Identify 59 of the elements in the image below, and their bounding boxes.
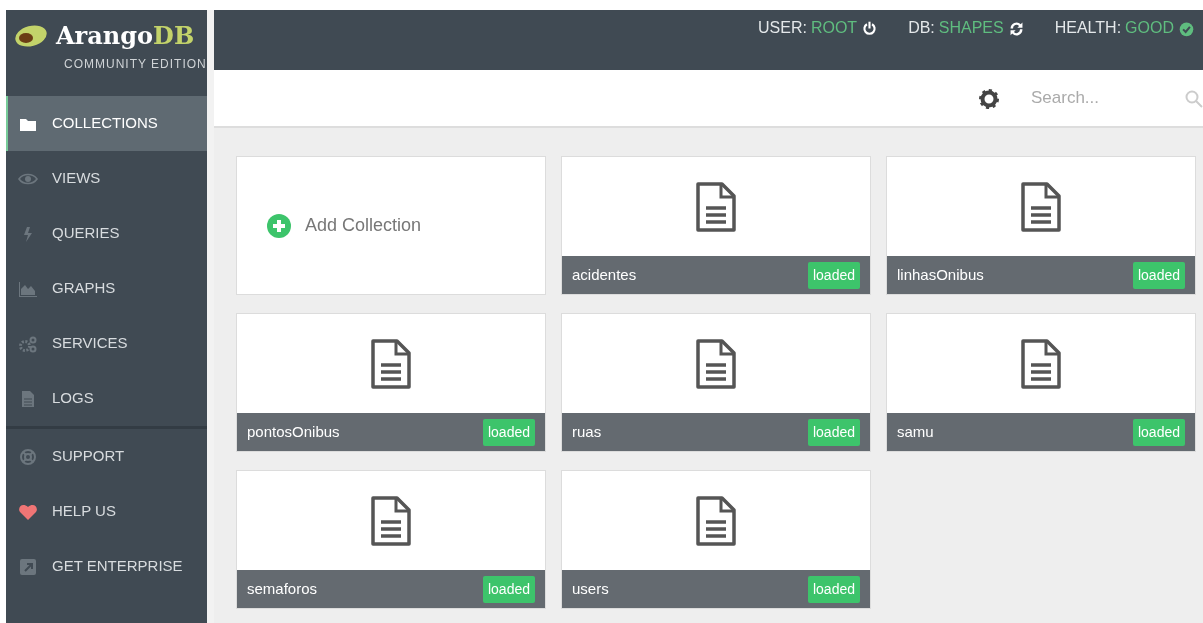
- search-field[interactable]: Search...: [1029, 84, 1169, 112]
- collection-card[interactable]: acidentes loaded: [561, 156, 871, 295]
- collection-card[interactable]: users loaded: [561, 470, 871, 609]
- collection-card[interactable]: samu loaded: [886, 313, 1196, 452]
- logo-wordmark: ArangoDB: [56, 24, 195, 48]
- status-badge: loaded: [482, 575, 535, 603]
- status-value: ROOT: [810, 18, 858, 38]
- avocado-logo-icon: [14, 24, 48, 48]
- document-icon: [370, 337, 412, 390]
- status-label: DB:: [908, 18, 935, 38]
- edition-label: COMMUNITY EDITION: [64, 56, 207, 73]
- status-badge: loaded: [482, 418, 535, 446]
- sidebar-item[interactable]: HELP US: [6, 484, 207, 539]
- document-icon: [695, 337, 737, 390]
- search-icon[interactable]: [1185, 89, 1203, 108]
- sidebar-item[interactable]: QUERIES: [6, 206, 207, 261]
- add-icon: [267, 213, 291, 238]
- sidebar-item[interactable]: SERVICES: [6, 316, 207, 371]
- gears-icon: [18, 334, 38, 353]
- document-icon: [370, 494, 412, 547]
- collection-card[interactable]: semaforos loaded: [236, 470, 546, 609]
- collection-name: pontosOnibus: [247, 421, 340, 442]
- heart-icon: [18, 502, 38, 521]
- status-badge: loaded: [807, 261, 860, 289]
- area-chart-icon: [18, 279, 38, 298]
- sidebar-item[interactable]: LOGS: [6, 371, 207, 426]
- status-badge: loaded: [807, 575, 860, 603]
- settings-icon[interactable]: [979, 88, 999, 109]
- collection-name: semaforos: [247, 578, 318, 599]
- document-icon: [695, 180, 737, 233]
- check-circle-icon: [1178, 20, 1195, 38]
- scrollbar[interactable]: [207, 10, 214, 623]
- add-collection-button[interactable]: Add Collection: [236, 156, 546, 295]
- collection-name: users: [572, 578, 609, 599]
- collection-card[interactable]: linhasOnibus loaded: [886, 156, 1196, 295]
- collection-name: linhasOnibus: [897, 264, 984, 285]
- sidebar-item[interactable]: VIEWS: [6, 151, 207, 206]
- document-icon: [695, 494, 737, 547]
- status-badge: loaded: [1132, 261, 1185, 289]
- collection-card[interactable]: pontosOnibus loaded: [236, 313, 546, 452]
- external-link-icon: [18, 557, 38, 576]
- collection-name: acidentes: [572, 264, 637, 285]
- collection-name: samu: [897, 421, 934, 442]
- sidebar-item[interactable]: GRAPHS: [6, 261, 207, 316]
- lifebuoy-icon: [18, 447, 38, 466]
- sidebar-item[interactable]: COLLECTIONS: [6, 96, 207, 151]
- sidebar-item[interactable]: SUPPORT: [6, 429, 207, 484]
- status-label: USER:: [758, 18, 807, 38]
- power-icon: [861, 20, 879, 38]
- status-value: SHAPES: [938, 18, 1004, 38]
- status-badge: loaded: [1132, 418, 1185, 446]
- document-icon: [1020, 337, 1062, 390]
- document-icon: [1020, 180, 1062, 233]
- status-value: GOOD: [1125, 18, 1174, 38]
- sidebar-item[interactable]: GET ENTERPRISE: [6, 539, 207, 594]
- collection-name: ruas: [572, 421, 602, 442]
- status-badge: loaded: [807, 418, 860, 446]
- status-label: HEALTH:: [1054, 18, 1122, 38]
- collection-card[interactable]: ruas loaded: [561, 313, 871, 452]
